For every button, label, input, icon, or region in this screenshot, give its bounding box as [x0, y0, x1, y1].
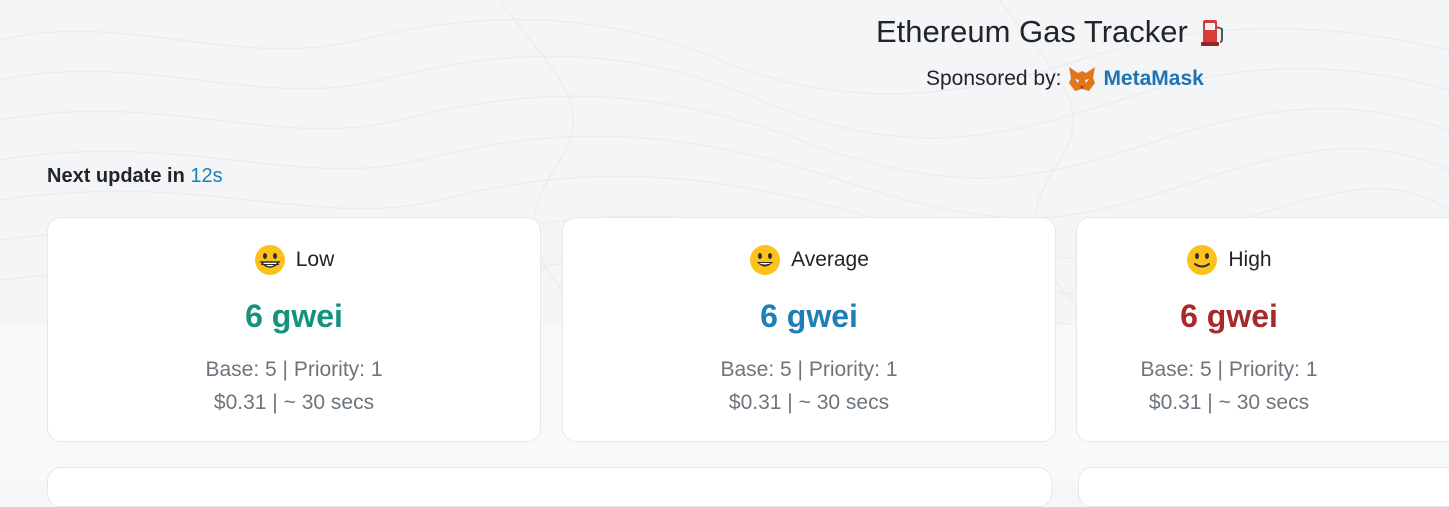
- grinning-face-icon: [254, 245, 285, 275]
- gas-card-label: High: [1228, 248, 1272, 271]
- gas-card-header: Low: [48, 242, 540, 278]
- page-title: Ethereum Gas Tracker: [876, 12, 1226, 52]
- next-update-label: Next update in: [47, 165, 185, 187]
- gas-price-value: 6 gwei: [245, 298, 343, 334]
- next-update-indicator: Next update in 12s: [47, 165, 223, 191]
- gas-card-header: Average: [563, 242, 1055, 278]
- sponsor-line: Sponsored by: MetaMask: [926, 64, 1204, 94]
- cost-time-text: $0.31 | ~ 30 secs: [728, 391, 890, 414]
- lower-card: [47, 467, 1052, 507]
- countdown-value: 12s: [190, 165, 223, 187]
- sponsor-label: Sponsored by:: [926, 67, 1062, 90]
- metamask-fox-icon: [1069, 67, 1096, 91]
- cost-time-text: $0.31 | ~ 30 secs: [213, 391, 375, 414]
- gas-card-label: Low: [295, 248, 335, 271]
- gas-price-value: 6 gwei: [1180, 298, 1278, 334]
- page-title-text: Ethereum Gas Tracker: [876, 14, 1188, 49]
- smiling-face-icon: [750, 245, 781, 275]
- gas-card-label: Average: [791, 248, 869, 271]
- gas-card-high: High 6 gwei Base: 5 | Priority: 1 $0.31 …: [1076, 217, 1449, 442]
- base-priority-text: Base: 5 | Priority: 1: [205, 358, 383, 381]
- gas-card-header: High: [983, 242, 1449, 278]
- base-priority-text: Base: 5 | Priority: 1: [720, 358, 898, 381]
- gas-price-value: 6 gwei: [760, 298, 858, 334]
- cost-time-text: $0.31 | ~ 30 secs: [1148, 391, 1310, 414]
- fuel-pump-icon: [1200, 20, 1223, 46]
- metamask-link[interactable]: MetaMask: [1103, 67, 1203, 91]
- base-priority-text: Base: 5 | Priority: 1: [1140, 358, 1318, 381]
- gas-card-average: Average 6 gwei Base: 5 | Priority: 1 $0.…: [562, 217, 1056, 442]
- gas-card-low: Low 6 gwei Base: 5 | Priority: 1 $0.31 |…: [47, 217, 541, 442]
- lower-card: [1078, 467, 1449, 507]
- slightly-smiling-face-icon: [1187, 245, 1218, 275]
